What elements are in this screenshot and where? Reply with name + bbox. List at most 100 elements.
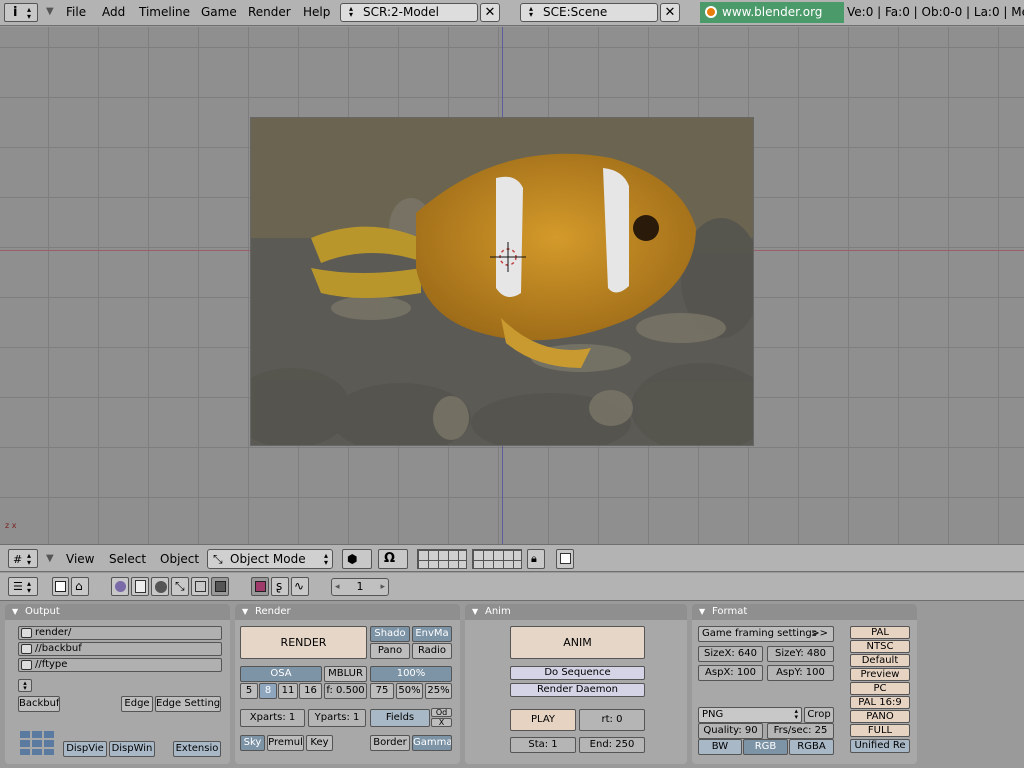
preset-pal[interactable]: PAL (850, 626, 910, 639)
fps-field[interactable]: Frs/sec: 25 (767, 723, 834, 739)
crop-toggle[interactable]: Crop (804, 707, 834, 723)
play-button[interactable]: PLAY (510, 709, 576, 731)
x-toggle[interactable]: X (431, 718, 452, 727)
menu-view[interactable]: View (66, 552, 94, 566)
output-panel-header[interactable]: ▼ Output (5, 604, 230, 620)
window-type-button[interactable]: # ▴ ▾ (8, 549, 38, 568)
key-toggle[interactable]: Key (306, 735, 333, 751)
osa-toggle[interactable]: OSA (240, 666, 322, 682)
backbuf-path-field[interactable]: //backbuf (18, 642, 222, 656)
anim-button[interactable]: ANIM (510, 626, 645, 659)
delete-scene-button[interactable]: ✕ (660, 3, 680, 22)
delete-screen-button[interactable]: ✕ (480, 3, 500, 22)
aspx-field[interactable]: AspX: 100 (698, 665, 763, 681)
frame-number-field[interactable]: ◂ 1 ▸ (331, 578, 389, 596)
resolution-100-button[interactable]: 100% (370, 666, 452, 682)
resolution-75-button[interactable]: 75 (370, 683, 394, 699)
collapse-menu-triangle-icon[interactable]: ▼ (46, 553, 54, 564)
menu-select[interactable]: Select (109, 552, 146, 566)
unified-renderer-toggle[interactable]: Unified Re (850, 739, 910, 753)
gamma-toggle[interactable]: Gamma (412, 735, 452, 751)
layer-buttons-group-2[interactable] (472, 549, 522, 569)
resolution-50-button[interactable]: 50% (396, 683, 423, 699)
draw-type-button[interactable]: ⬢ (342, 549, 372, 569)
render-preview-button[interactable] (556, 549, 574, 569)
script-context-button[interactable] (131, 577, 149, 596)
edge-button[interactable]: Edge (121, 696, 153, 712)
3d-viewport[interactable]: z x (0, 27, 1024, 544)
blender-link-badge[interactable]: www.blender.org 231 (700, 2, 844, 40)
shading-context-button[interactable] (151, 577, 169, 596)
end-frame-field[interactable]: End: 250 (579, 737, 645, 753)
preset-default[interactable]: Default (850, 654, 910, 667)
view-home-button[interactable]: ⌂ (71, 577, 89, 596)
preset-pc[interactable]: PC (850, 682, 910, 695)
menu-timeline[interactable]: Timeline (139, 5, 190, 19)
rgba-toggle[interactable]: RGBA (789, 739, 834, 755)
pivot-button[interactable]: Ω (378, 549, 408, 569)
render-daemon-toggle[interactable]: Render Daemon (510, 683, 645, 697)
layer-buttons-group-1[interactable] (417, 549, 467, 569)
quality-field[interactable]: Quality: 90 (698, 723, 763, 739)
preset-pano[interactable]: PANO (850, 710, 910, 723)
yparts-field[interactable]: Yparts: 1 (308, 709, 366, 727)
shadow-toggle[interactable]: Shado (370, 626, 410, 642)
object-context-button[interactable]: ⤡ (171, 577, 189, 596)
sizey-field[interactable]: SizeY: 480 (767, 646, 834, 662)
resolution-25-button[interactable]: 25% (425, 683, 452, 699)
updown-toggle[interactable]: ▴ ▾ (18, 679, 32, 692)
osa-8-button[interactable]: 8 (259, 683, 277, 699)
fields-toggle[interactable]: Fields (370, 709, 430, 727)
game-framing-button[interactable]: Game framing settings >> (698, 626, 834, 642)
file-format-selector[interactable]: PNG ▴ ▾ (698, 707, 802, 723)
render-buttons-tab[interactable] (251, 577, 269, 596)
sky-toggle[interactable]: Sky (240, 735, 265, 751)
pano-toggle[interactable]: Pano (370, 643, 410, 659)
edge-settings-button[interactable]: Edge Settings (155, 696, 221, 712)
osa-5-button[interactable]: 5 (240, 683, 258, 699)
screen-selector[interactable]: ▴ ▾ SCR:2-Model (340, 3, 478, 22)
aspy-field[interactable]: AspY: 100 (767, 665, 834, 681)
mblur-toggle[interactable]: MBLUR (324, 666, 367, 682)
menu-help[interactable]: Help (303, 5, 330, 19)
anim-buttons-tab[interactable]: ʂ (271, 577, 289, 596)
bw-toggle[interactable]: BW (698, 739, 742, 755)
odd-toggle[interactable]: Od (431, 708, 452, 717)
sound-buttons-tab[interactable]: ∿ (291, 577, 309, 596)
envmap-toggle[interactable]: EnvMa (412, 626, 452, 642)
render-button[interactable]: RENDER (240, 626, 367, 659)
view-fit-button[interactable] (52, 577, 69, 596)
menu-game[interactable]: Game (201, 5, 237, 19)
info-window-type-button[interactable]: i ▴ ▾ (4, 3, 38, 22)
preset-ntsc[interactable]: NTSC (850, 640, 910, 653)
sizex-field[interactable]: SizeX: 640 (698, 646, 763, 662)
menu-object[interactable]: Object (160, 552, 199, 566)
rt-field[interactable]: rt: 0 (579, 709, 645, 731)
extensions-button[interactable]: Extensio (173, 741, 221, 757)
menu-add[interactable]: Add (102, 5, 125, 19)
lock-layers-button[interactable]: 🔒︎ (527, 549, 545, 569)
border-toggle[interactable]: Border (370, 735, 410, 751)
logic-context-button[interactable] (111, 577, 129, 596)
render-path-field[interactable]: render/ (18, 626, 222, 640)
scene-context-button[interactable] (211, 577, 229, 596)
start-frame-field[interactable]: Sta: 1 (510, 737, 576, 753)
radio-toggle[interactable]: Radio (412, 643, 452, 659)
backbuf-button[interactable]: Backbuf (18, 696, 60, 712)
premul-toggle[interactable]: Premul (267, 735, 304, 751)
render-panel-header[interactable]: ▼ Render (235, 604, 460, 620)
dispview-button[interactable]: DispVie (63, 741, 107, 757)
mode-selector[interactable]: ⤡ Object Mode ▴ ▾ (207, 549, 333, 569)
preset-preview[interactable]: Preview (850, 668, 910, 681)
collapse-menu-triangle-icon[interactable]: ▼ (46, 6, 54, 17)
editing-context-button[interactable] (191, 577, 209, 596)
do-sequence-toggle[interactable]: Do Sequence (510, 666, 645, 680)
osa-11-button[interactable]: 11 (278, 683, 298, 699)
format-panel-header[interactable]: ▼ Format (692, 604, 917, 620)
scene-selector[interactable]: ▴ ▾ SCE:Scene (520, 3, 658, 22)
menu-file[interactable]: File (66, 5, 86, 19)
preset-full[interactable]: FULL (850, 724, 910, 737)
buttons-window-type-button[interactable]: ☰ ▴ ▾ (8, 577, 38, 596)
menu-render[interactable]: Render (248, 5, 291, 19)
anim-panel-header[interactable]: ▼ Anim (465, 604, 687, 620)
